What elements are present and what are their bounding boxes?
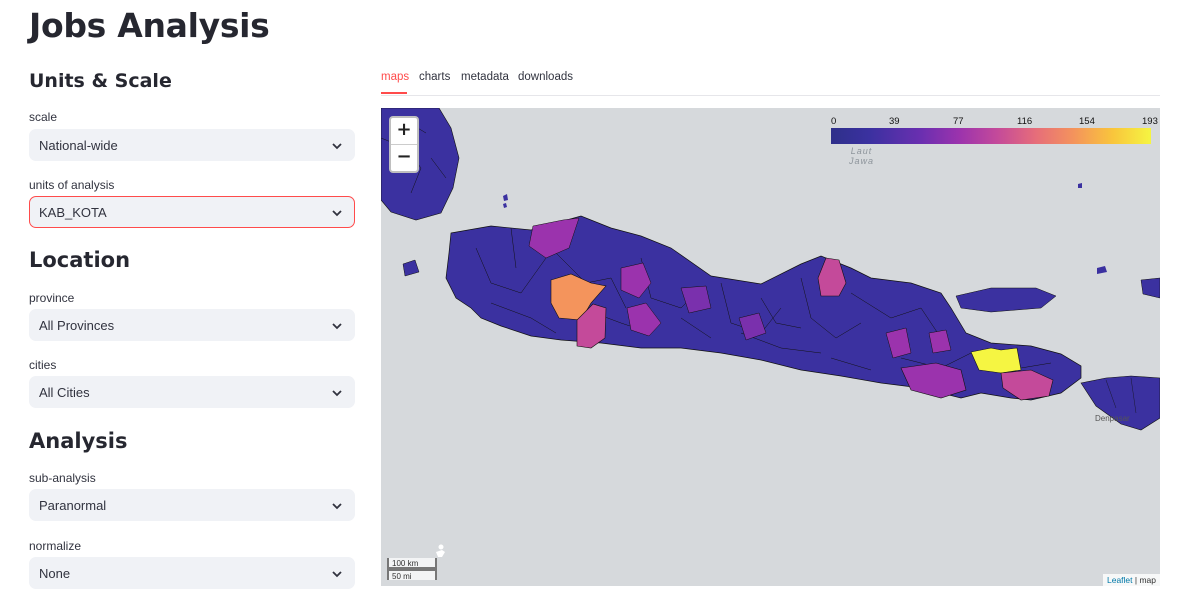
cities-label: cities (29, 358, 57, 372)
tab-metadata[interactable]: metadata (461, 71, 509, 83)
province-select[interactable]: All Provinces (29, 309, 355, 341)
sea-label-laut-jawa: Laut Jawa (849, 146, 875, 166)
choropleth-map[interactable]: + − 0 39 77 116 154 193 Laut Jawa Denpas… (381, 108, 1160, 586)
units-select-value: KAB_KOTA (39, 204, 107, 220)
legend-tick: 77 (953, 116, 964, 127)
province-label: province (29, 291, 75, 305)
cities-select[interactable]: All Cities (29, 376, 355, 408)
region-island-small-6 (1140, 277, 1160, 299)
active-tab-indicator (381, 92, 407, 94)
region-yellow (970, 347, 1022, 374)
page-title: Jobs Analysis (29, 6, 270, 45)
normalize-select[interactable]: None (29, 557, 355, 589)
scale-bar-km: 100 km (387, 558, 437, 569)
location-heading: Location (29, 248, 131, 272)
scale-select-value: National-wide (39, 137, 118, 153)
legend-tick: 116 (1017, 116, 1033, 127)
units-scale-heading: Units & Scale (29, 70, 172, 92)
region-island-small-1 (402, 259, 420, 277)
region-madura (955, 287, 1057, 313)
zoom-control: + − (389, 116, 419, 173)
legend-tick: 0 (831, 116, 837, 127)
zoom-out-button[interactable]: − (391, 144, 417, 171)
province-select-value: All Provinces (39, 317, 115, 333)
normalize-select-value: None (39, 565, 71, 581)
chevron-down-icon (332, 323, 342, 330)
normalize-label: normalize (29, 539, 82, 553)
legend-tick: 193 (1142, 116, 1158, 127)
legend-tick: 39 (889, 116, 900, 127)
map-regions (381, 108, 1160, 431)
tab-maps[interactable]: maps (381, 71, 409, 83)
chevron-down-icon (332, 571, 342, 578)
legend-tick: 154 (1079, 116, 1095, 127)
region-island-small-3 (503, 203, 507, 208)
analysis-heading: Analysis (29, 429, 128, 453)
chevron-down-icon (332, 390, 342, 397)
scale-bar-mi: 50 mi (387, 569, 437, 581)
units-label: units of analysis (29, 178, 115, 192)
units-select[interactable]: KAB_KOTA (29, 196, 355, 228)
sub-analysis-select[interactable]: Paranormal (29, 489, 355, 521)
legend-gradient-bar (831, 128, 1151, 144)
chevron-down-icon (332, 143, 342, 150)
map-attribution: Leaflet | map (1103, 574, 1160, 586)
region-island-small-2 (503, 194, 508, 201)
region-island-small-4 (1078, 183, 1082, 188)
cities-select-value: All Cities (39, 384, 90, 400)
color-legend: 0 39 77 116 154 193 (831, 116, 1160, 146)
sub-analysis-label: sub-analysis (29, 471, 96, 485)
chevron-down-icon (332, 210, 342, 217)
tab-bar: maps charts metadata downloads (381, 64, 1160, 96)
city-label-denpasar: Denpasar (1095, 414, 1130, 423)
sub-analysis-select-value: Paranormal (39, 497, 107, 513)
scale-label: scale (29, 110, 58, 124)
zoom-in-button[interactable]: + (391, 118, 417, 144)
street-view-icon[interactable] (433, 544, 447, 558)
leaflet-link[interactable]: Leaflet (1107, 575, 1133, 585)
region-island-small-5 (1097, 266, 1107, 274)
chevron-down-icon (332, 503, 342, 510)
tab-charts[interactable]: charts (419, 71, 450, 83)
tab-downloads[interactable]: downloads (518, 71, 573, 83)
scale-select[interactable]: National-wide (29, 129, 355, 161)
